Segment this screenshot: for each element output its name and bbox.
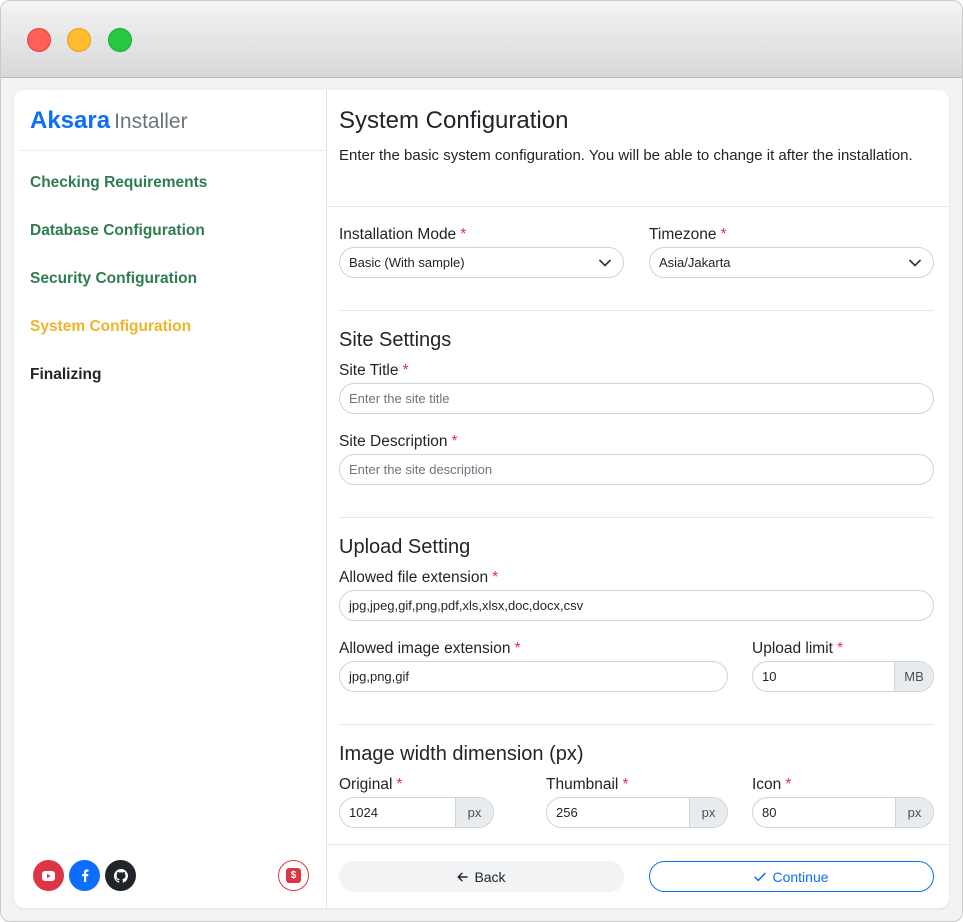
github-icon[interactable] (105, 860, 136, 891)
thumbnail-width-unit: px (689, 798, 727, 827)
site-title-input[interactable]: Enter the site title (339, 383, 934, 414)
brand-suffix: Installer (114, 110, 188, 133)
facebook-icon[interactable] (69, 860, 100, 891)
upload-limit-input[interactable]: 10 MB (752, 661, 934, 692)
brand-logo: Aksara Installer (30, 107, 188, 135)
installer-card: Aksara Installer Checking Requirements Da… (14, 90, 949, 908)
step-database-configuration[interactable]: Database Configuration (30, 222, 207, 270)
thumbnail-width-label: Thumbnail * (546, 776, 629, 793)
original-width-unit: px (455, 798, 493, 827)
site-title-placeholder: Enter the site title (349, 391, 450, 406)
upload-setting-title: Upload Setting (339, 536, 471, 558)
image-extension-input[interactable]: jpg,png,gif (339, 661, 728, 692)
installation-mode-value: Basic (With sample) (349, 255, 465, 270)
section-divider (339, 517, 934, 518)
icon-width-input[interactable]: 80 px (752, 797, 934, 828)
timezone-value: Asia/Jakarta (659, 255, 731, 270)
original-width-label: Original * (339, 776, 403, 793)
chevron-down-icon (599, 259, 611, 266)
step-list: Checking Requirements Database Configura… (30, 174, 207, 414)
upload-limit-label: Upload limit * (752, 640, 844, 657)
file-extension-input[interactable]: jpg,jpeg,gif,png,pdf,xls,xlsx,doc,docx,c… (339, 590, 934, 621)
step-checking-requirements[interactable]: Checking Requirements (30, 174, 207, 222)
installer-window: Aksara Installer Checking Requirements Da… (0, 0, 963, 922)
continue-button[interactable]: Continue (649, 861, 934, 892)
page-title: System Configuration (339, 107, 569, 134)
image-dimension-title: Image width dimension (px) (339, 743, 584, 765)
donate-icon[interactable]: $ (278, 860, 309, 891)
original-width-value: 1024 (349, 805, 378, 820)
title-bar (1, 1, 962, 78)
icon-width-unit: px (895, 798, 933, 827)
youtube-icon[interactable] (33, 860, 64, 891)
chevron-down-icon (909, 259, 921, 266)
icon-width-value: 80 (762, 805, 777, 820)
timezone-label: Timezone * (649, 226, 727, 243)
step-security-configuration[interactable]: Security Configuration (30, 270, 207, 318)
site-description-placeholder: Enter the site description (349, 462, 493, 477)
site-title-label: Site Title * (339, 362, 409, 379)
image-extension-value: jpg,png,gif (349, 669, 409, 684)
header-divider (327, 206, 949, 207)
upload-limit-unit: MB (894, 662, 933, 691)
brand-divider (19, 150, 326, 151)
back-button-label: Back (474, 868, 506, 885)
installation-mode-select[interactable]: Basic (With sample) (339, 247, 624, 278)
upload-limit-value: 10 (762, 669, 777, 684)
timezone-select[interactable]: Asia/Jakarta (649, 247, 934, 278)
file-extension-label: Allowed file extension * (339, 569, 499, 586)
installation-mode-label: Installation Mode * (339, 226, 467, 243)
footer-divider (327, 844, 949, 845)
site-description-input[interactable]: Enter the site description (339, 454, 934, 485)
continue-button-label: Continue (772, 868, 829, 885)
check-icon (754, 872, 767, 881)
back-button[interactable]: Back (339, 861, 624, 892)
file-extension-value: jpg,jpeg,gif,png,pdf,xls,xlsx,doc,docx,c… (349, 598, 584, 613)
image-extension-label: Allowed image extension * (339, 640, 521, 657)
thumbnail-width-input[interactable]: 256 px (546, 797, 728, 828)
main-panel: System Configuration Enter the basic sys… (327, 90, 949, 908)
maximize-window-button[interactable] (108, 28, 132, 52)
arrow-left-icon (457, 872, 469, 881)
original-width-input[interactable]: 1024 px (339, 797, 494, 828)
social-links (33, 860, 136, 891)
step-system-configuration[interactable]: System Configuration (30, 318, 207, 366)
sidebar: Aksara Installer Checking Requirements Da… (14, 90, 327, 908)
site-settings-title: Site Settings (339, 329, 452, 351)
icon-width-label: Icon * (752, 776, 792, 793)
brand-name: Aksara (30, 107, 111, 134)
step-finalizing: Finalizing (30, 366, 102, 383)
site-description-label: Site Description * (339, 433, 458, 450)
minimize-window-button[interactable] (67, 28, 91, 52)
section-divider (339, 724, 934, 725)
thumbnail-width-value: 256 (556, 805, 578, 820)
page-description: Enter the basic system configuration. Yo… (339, 147, 913, 164)
section-divider (339, 310, 934, 311)
close-window-button[interactable] (27, 28, 51, 52)
